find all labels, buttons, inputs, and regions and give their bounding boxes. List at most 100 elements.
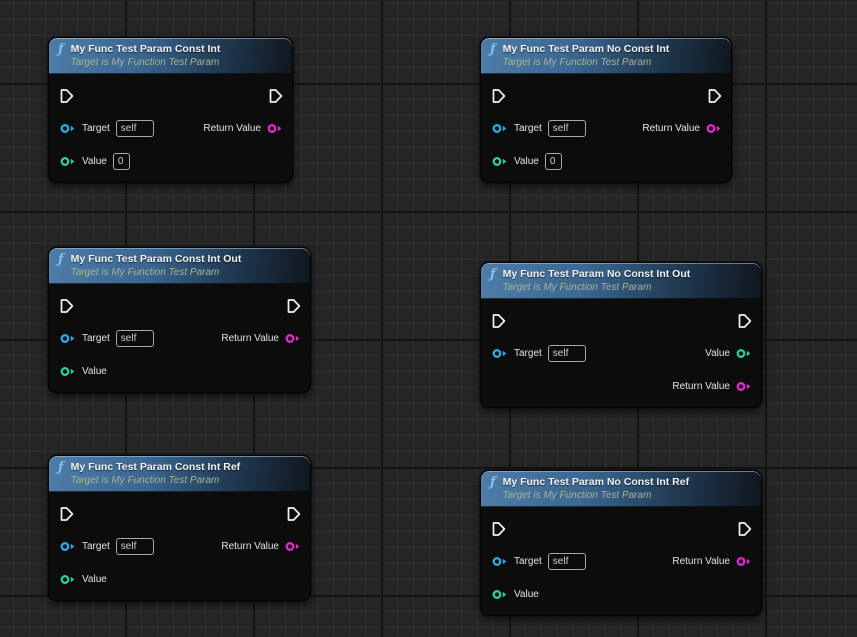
target-pin-label: Target: [82, 333, 110, 344]
return-value-label: Return Value: [672, 381, 730, 392]
exec-row: [481, 304, 761, 337]
target-pin[interactable]: [60, 541, 76, 552]
target-pin[interactable]: [492, 556, 508, 567]
pin-row: Target Return Value: [49, 322, 310, 355]
exec-in-pin[interactable]: [60, 88, 74, 104]
node-header[interactable]: ƒ My Func Test Param No Const Int Ref Ta…: [481, 471, 761, 507]
target-pin-label: Target: [514, 556, 542, 567]
value-pin[interactable]: [492, 156, 508, 167]
target-pin[interactable]: [60, 333, 76, 344]
pin-row: Target Return Value: [49, 112, 292, 145]
target-pin[interactable]: [60, 123, 76, 134]
target-value-input[interactable]: [548, 120, 586, 137]
node-my-func-test-param-no-const-int-out[interactable]: ƒ My Func Test Param No Const Int Out Ta…: [480, 262, 762, 408]
value-pin-label: Value: [514, 589, 539, 600]
node-header[interactable]: ƒ My Func Test Param Const Int Out Targe…: [49, 248, 310, 284]
node-header[interactable]: ƒ My Func Test Param Const Int Target is…: [49, 38, 292, 74]
return-value-pin[interactable]: [267, 123, 283, 134]
exec-out-pin[interactable]: [738, 313, 752, 329]
pin-row: Target Return Value: [481, 545, 761, 578]
target-value-input[interactable]: [116, 330, 154, 347]
node-my-func-test-param-const-int-out[interactable]: ƒ My Func Test Param Const Int Out Targe…: [48, 247, 311, 393]
return-value-pin[interactable]: [285, 333, 301, 344]
node-my-func-test-param-no-const-int-ref[interactable]: ƒ My Func Test Param No Const Int Ref Ta…: [480, 470, 762, 616]
return-value-label: Return Value: [672, 556, 730, 567]
exec-out-pin[interactable]: [708, 88, 722, 104]
return-value-label: Return Value: [642, 123, 700, 134]
value-default-input[interactable]: [113, 153, 130, 170]
value-pin[interactable]: [492, 589, 508, 600]
return-value-pin[interactable]: [285, 541, 301, 552]
function-icon: ƒ: [58, 253, 64, 266]
exec-row: [49, 79, 292, 112]
node-title: My Func Test Param Const Int: [71, 43, 221, 56]
value-out-label: Value: [705, 348, 730, 359]
node-header[interactable]: ƒ My Func Test Param No Const Int Out Ta…: [481, 263, 761, 299]
exec-out-pin[interactable]: [287, 506, 301, 522]
exec-out-pin[interactable]: [269, 88, 283, 104]
exec-in-pin[interactable]: [492, 521, 506, 537]
node-title: My Func Test Param Const Int Out: [71, 253, 242, 266]
exec-in-pin[interactable]: [60, 298, 74, 314]
node-subtitle: Target is My Function Test Param: [71, 266, 242, 279]
target-pin-label: Target: [514, 348, 542, 359]
pin-row: Target Return Value: [49, 530, 310, 563]
value-pin-label: Value: [514, 156, 539, 167]
exec-in-pin[interactable]: [492, 88, 506, 104]
exec-row: [481, 512, 761, 545]
target-value-input[interactable]: [548, 345, 586, 362]
value-pin[interactable]: [60, 366, 76, 377]
pin-row: Value: [49, 563, 310, 596]
target-pin[interactable]: [492, 123, 508, 134]
function-icon: ƒ: [490, 476, 496, 489]
return-value-label: Return Value: [221, 333, 279, 344]
target-pin-label: Target: [82, 541, 110, 552]
node-my-func-test-param-const-int[interactable]: ƒ My Func Test Param Const Int Target is…: [48, 37, 293, 183]
value-pin-label: Value: [82, 574, 107, 585]
value-pin-label: Value: [82, 366, 107, 377]
node-header[interactable]: ƒ My Func Test Param No Const Int Target…: [481, 38, 731, 74]
function-icon: ƒ: [490, 268, 496, 281]
node-my-func-test-param-const-int-ref[interactable]: ƒ My Func Test Param Const Int Ref Targe…: [48, 455, 311, 601]
function-icon: ƒ: [58, 43, 64, 56]
exec-out-pin[interactable]: [287, 298, 301, 314]
node-subtitle: Target is My Function Test Param: [503, 489, 690, 502]
function-icon: ƒ: [58, 461, 64, 474]
pin-row: Target Return Value: [481, 112, 731, 145]
value-default-input[interactable]: [545, 153, 562, 170]
node-subtitle: Target is My Function Test Param: [503, 56, 670, 69]
return-value-pin[interactable]: [706, 123, 722, 134]
value-pin-label: Value: [82, 156, 107, 167]
value-pin[interactable]: [60, 156, 76, 167]
pin-row: Return Value: [481, 370, 761, 403]
pin-row: Value: [481, 578, 761, 611]
node-title: My Func Test Param No Const Int: [503, 43, 670, 56]
target-pin-label: Target: [82, 123, 110, 134]
node-my-func-test-param-no-const-int[interactable]: ƒ My Func Test Param No Const Int Target…: [480, 37, 732, 183]
value-pin[interactable]: [60, 574, 76, 585]
node-title: My Func Test Param No Const Int Ref: [503, 476, 690, 489]
value-out-pin[interactable]: [736, 348, 752, 359]
node-header[interactable]: ƒ My Func Test Param Const Int Ref Targe…: [49, 456, 310, 492]
function-icon: ƒ: [490, 43, 496, 56]
return-value-label: Return Value: [203, 123, 261, 134]
pin-row: Value: [49, 145, 292, 178]
exec-out-pin[interactable]: [738, 521, 752, 537]
exec-row: [49, 497, 310, 530]
target-value-input[interactable]: [116, 538, 154, 555]
pin-row: Value: [49, 355, 310, 388]
return-value-pin[interactable]: [736, 381, 752, 392]
node-subtitle: Target is My Function Test Param: [71, 474, 241, 487]
target-value-input[interactable]: [548, 553, 586, 570]
target-value-input[interactable]: [116, 120, 154, 137]
target-pin[interactable]: [492, 348, 508, 359]
return-value-pin[interactable]: [736, 556, 752, 567]
exec-in-pin[interactable]: [492, 313, 506, 329]
node-title: My Func Test Param Const Int Ref: [71, 461, 241, 474]
pin-row: Value: [481, 145, 731, 178]
exec-row: [49, 289, 310, 322]
node-subtitle: Target is My Function Test Param: [503, 281, 691, 294]
blueprint-graph-canvas[interactable]: ƒ My Func Test Param Const Int Target is…: [0, 0, 857, 637]
exec-in-pin[interactable]: [60, 506, 74, 522]
pin-row: Target Value: [481, 337, 761, 370]
